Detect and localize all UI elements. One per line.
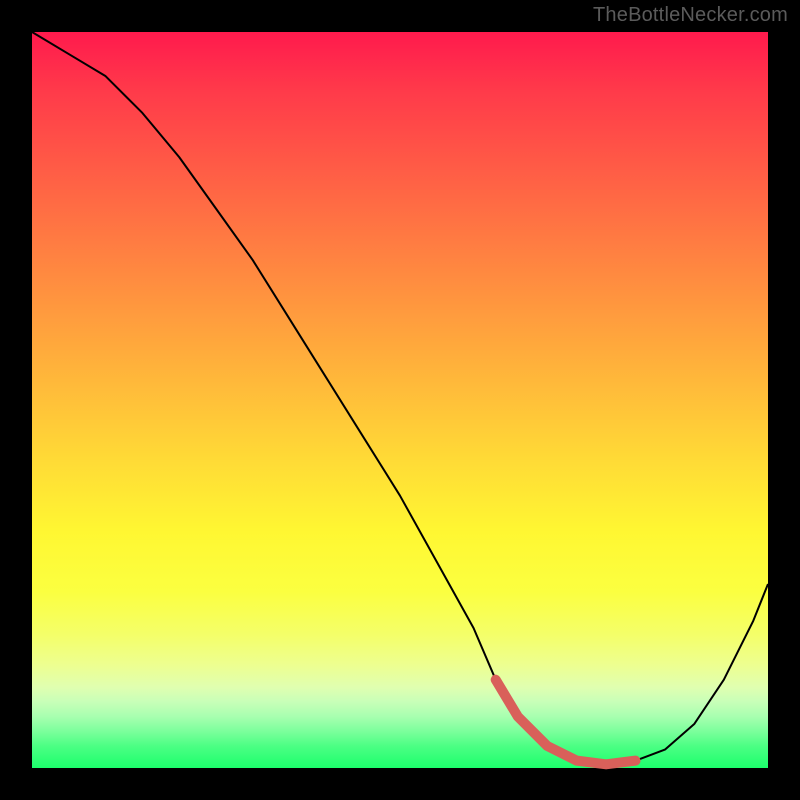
chart-svg xyxy=(32,32,768,768)
watermark-text: TheBottleNecker.com xyxy=(593,4,788,27)
highlight-segment xyxy=(496,680,636,765)
bottleneck-curve xyxy=(32,32,768,764)
chart-plot-area xyxy=(32,32,768,768)
